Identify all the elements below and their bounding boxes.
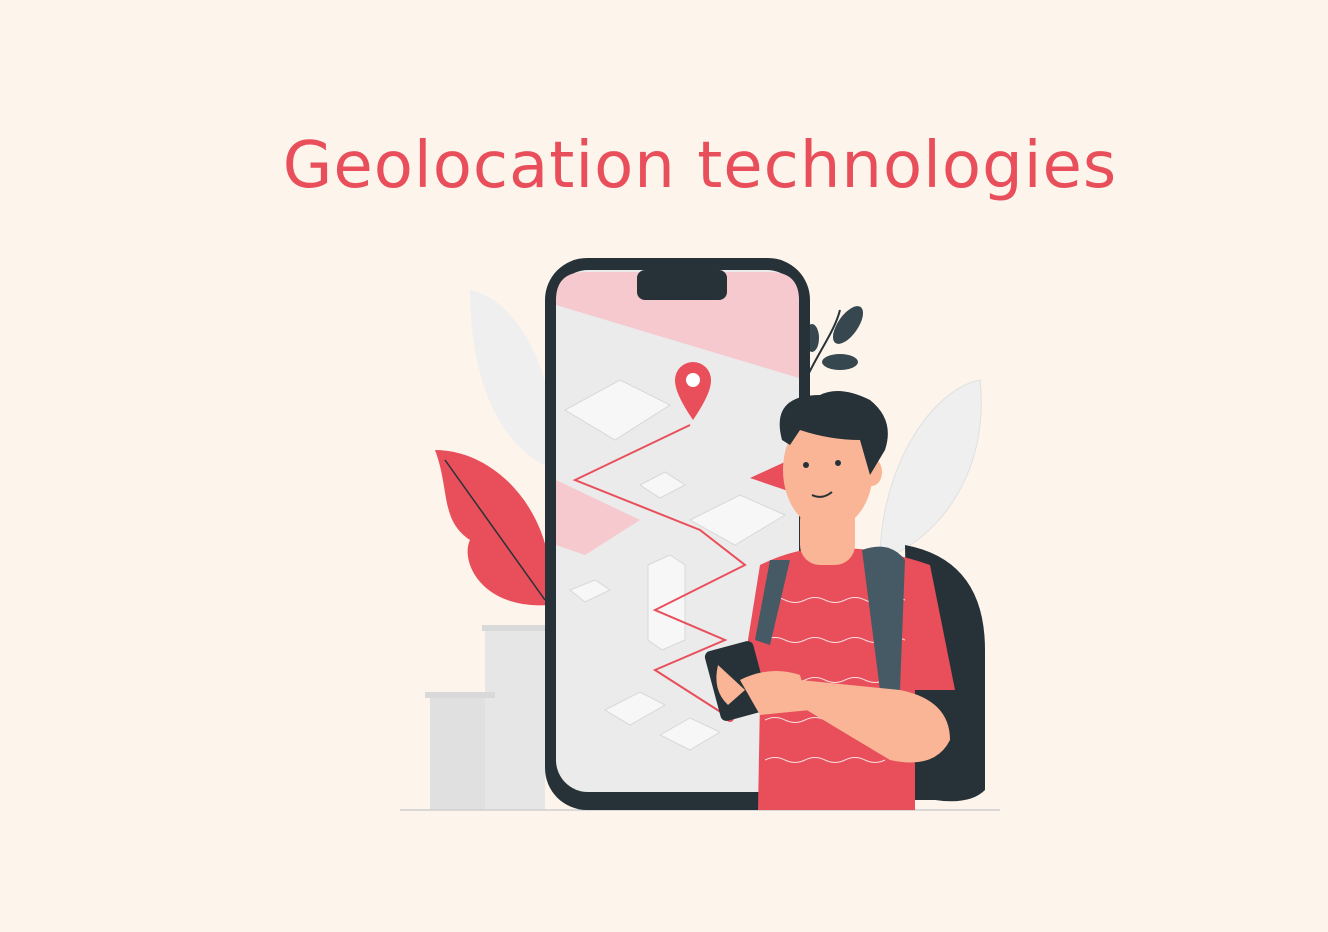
grey-leaf-right-icon [879, 379, 982, 561]
dark-leaves-icon [805, 306, 864, 376]
grey-leaf-left-icon [470, 290, 556, 470]
buildings-icon [425, 625, 548, 810]
geolocation-illustration [400, 258, 1000, 811]
red-leaf-icon [435, 450, 552, 606]
